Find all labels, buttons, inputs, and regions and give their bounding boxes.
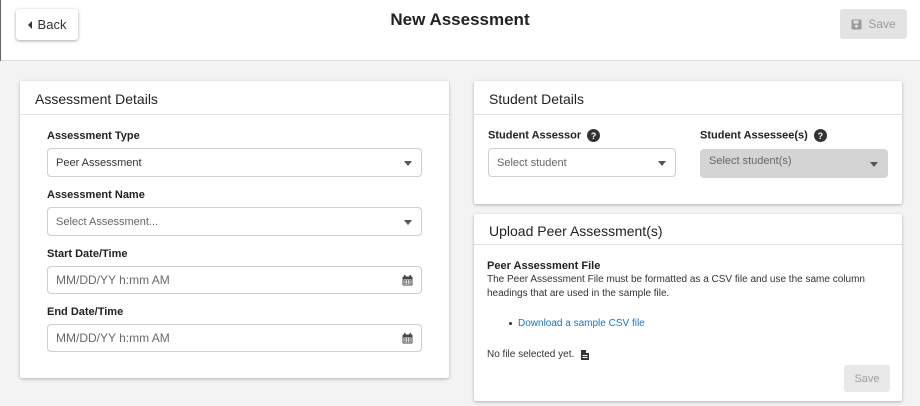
start-date-input[interactable]: MM/DD/YY h:mm AM [47,266,422,294]
student-assessor-placeholder: Select student [497,156,567,169]
student-details-heading: Student Details [474,81,902,115]
upload-description: The Peer Assessment File must be formatt… [487,274,865,299]
assessment-type-value: Peer Assessment [56,156,142,169]
upload-heading: Upload Peer Assessment(s) [474,214,902,245]
save-label: Save [868,17,896,31]
student-assessee-placeholder: Select student(s) [709,155,792,167]
assessment-details-card: Assessment Details Assessment Type Peer … [20,81,449,378]
list-bullet [509,322,512,325]
upload-save-button[interactable]: Save [844,365,890,392]
upload-card: Upload Peer Assessment(s) Peer Assessmen… [474,214,902,401]
end-date-placeholder: MM/DD/YY h:mm AM [56,331,170,345]
page-title: New Assessment [390,10,530,29]
assessment-type-select[interactable]: Peer Assessment [47,148,422,177]
save-button[interactable]: Save [840,9,907,39]
download-sample-link[interactable]: Download a sample CSV file [518,318,645,329]
top-bar: Back New Assessment Save [0,0,920,61]
start-date-placeholder: MM/DD/YY h:mm AM [56,273,170,287]
no-file-text: No file selected yet. [487,349,575,360]
help-icon[interactable]: ? [813,129,827,142]
end-date-label: End Date/Time [47,306,124,318]
calendar-icon[interactable] [402,333,413,344]
assessment-details-heading: Assessment Details [20,81,449,115]
assessment-name-placeholder: Select Assessment... [56,215,159,228]
student-assessee-label: Student Assessee(s)? [700,129,827,142]
main-content: Assessment Details Assessment Type Peer … [0,61,920,406]
student-assessee-select[interactable]: Select student(s) [700,149,888,178]
file-icon[interactable] [581,349,590,360]
chevron-down-icon [404,161,412,166]
student-assessor-label: Student Assessor? [488,129,601,142]
chevron-down-icon [658,161,666,166]
chevron-down-icon [870,162,878,167]
help-icon[interactable]: ? [587,129,601,142]
file-status: No file selected yet. [487,349,590,360]
calendar-icon[interactable] [402,275,413,286]
upload-file-label: Peer Assessment File [487,260,601,272]
assessment-type-label: Assessment Type [47,130,140,142]
student-assessor-select[interactable]: Select student [488,148,676,177]
assessment-name-label: Assessment Name [47,189,145,201]
end-date-input[interactable]: MM/DD/YY h:mm AM [47,324,422,352]
assessment-name-select[interactable]: Select Assessment... [47,207,422,236]
chevron-down-icon [404,220,412,225]
save-icon [851,19,862,29]
start-date-label: Start Date/Time [47,248,128,260]
student-details-card: Student Details Student Assessor? Select… [474,81,902,204]
